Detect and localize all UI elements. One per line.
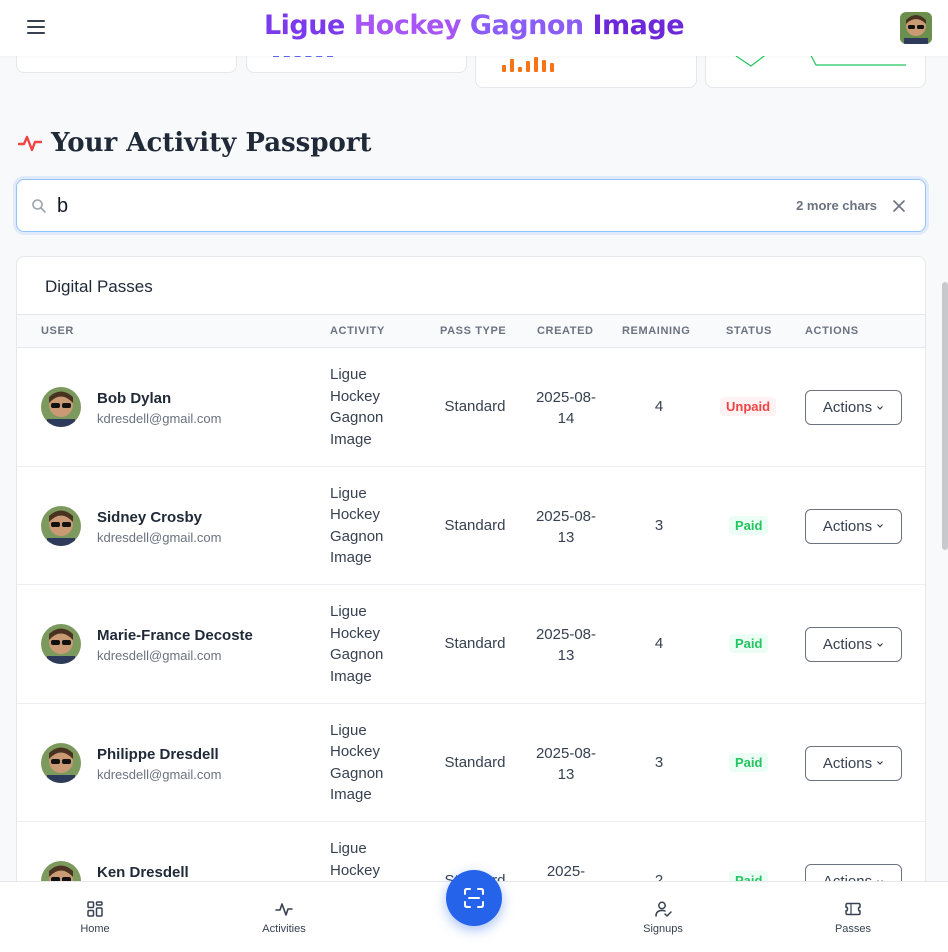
home-grid-icon	[87, 901, 103, 917]
chevron-down-icon	[877, 642, 884, 647]
column-header-status[interactable]: STATUS	[726, 325, 772, 337]
column-header-created[interactable]: CREATED	[537, 325, 594, 337]
table-body: Bob Dylan kdresdell@gmail.com Ligue Hock…	[17, 348, 925, 941]
brand-word[interactable]: Gagnon	[470, 10, 584, 41]
brand-title: Ligue Hockey Gagnon Image	[0, 10, 948, 41]
user-email: kdresdell@gmail.com	[97, 766, 222, 782]
activity-name: Ligue Hockey Gagnon Image	[330, 484, 384, 567]
pass-type: Standard	[444, 398, 506, 415]
actions-button[interactable]: Actions	[805, 745, 902, 781]
created-date: 2025-08-13	[535, 626, 597, 665]
user-check-icon	[655, 901, 672, 917]
table-row[interactable]: Bob Dylan kdresdell@gmail.com Ligue Hock…	[17, 348, 925, 467]
remaining-count: 3	[654, 753, 664, 771]
table-row[interactable]: Sidney Crosby kdresdell@gmail.com Ligue …	[17, 467, 925, 586]
panel-title: Digital Passes	[45, 277, 153, 296]
table-header: USER ACTIVITY PASS TYPE CREATED REMAININ…	[17, 314, 925, 348]
avatar	[41, 624, 81, 665]
pass-type: Standard	[444, 516, 506, 534]
nav-label: Home	[80, 923, 110, 935]
table-row[interactable]: Philippe Dresdell kdresdell@gmail.com Li…	[17, 704, 925, 823]
user-email: kdresdell@gmail.com	[97, 648, 222, 664]
column-header-user[interactable]: USER	[41, 325, 74, 337]
chevron-down-icon	[877, 524, 884, 528]
chevron-down-icon	[877, 761, 884, 766]
created-date: 2025-	[546, 863, 586, 881]
actions-label: Actions	[822, 399, 873, 416]
user-name: Ken Dresdell	[97, 864, 189, 882]
actions-label: Actions	[822, 517, 873, 535]
top-bar: Ligue Hockey Gagnon Image	[0, 0, 948, 56]
search-input[interactable]	[57, 190, 757, 222]
status-badge: Paid	[729, 752, 769, 772]
created-date: 2025-08-14	[535, 389, 597, 427]
nav-activities[interactable]: Activities	[244, 900, 324, 935]
activity-name: Ligue Hockey Gagnon Image	[330, 366, 384, 448]
table-row[interactable]: Marie-France Decoste kdresdell@gmail.com…	[17, 585, 925, 704]
pass-type: Standard	[444, 635, 506, 653]
column-header-pass-type[interactable]: PASS TYPE	[440, 325, 506, 337]
scan-button[interactable]	[446, 870, 502, 926]
actions-button[interactable]: Actions	[805, 390, 902, 425]
status-badge: Unpaid	[720, 397, 777, 416]
digital-passes-panel: Digital Passes USER ACTIVITY PASS TYPE C…	[16, 256, 926, 952]
user-name: Sidney Crosby	[97, 508, 203, 526]
nav-passes[interactable]: Passes	[813, 900, 893, 935]
ticket-icon	[845, 902, 861, 916]
column-header-activity[interactable]: ACTIVITY	[330, 325, 385, 337]
avatar	[41, 742, 81, 783]
status-badge: Paid	[729, 515, 769, 535]
remaining-count: 3	[654, 516, 664, 534]
scan-icon	[464, 888, 484, 908]
activity-icon	[275, 903, 293, 916]
created-date: 2025-08-13	[535, 507, 597, 546]
hamburger-icon[interactable]	[27, 20, 45, 36]
avatar	[41, 505, 81, 546]
nav-home[interactable]: Home	[55, 900, 135, 935]
actions-label: Actions	[822, 636, 873, 654]
scrollbar[interactable]	[942, 282, 948, 550]
created-date: 2025-08-13	[535, 744, 597, 783]
remaining-count: 4	[654, 635, 664, 653]
user-email: kdresdell@gmail.com	[97, 529, 222, 545]
mini-bar-chart	[502, 57, 554, 72]
activity-name: Ligue Hockey Gagnon Image	[330, 603, 384, 685]
nav-signups[interactable]: Signups	[623, 900, 703, 935]
status-badge: Paid	[729, 634, 769, 654]
chevron-down-icon	[877, 405, 884, 410]
actions-button[interactable]: Actions	[805, 508, 902, 544]
actions-label: Actions	[822, 754, 873, 772]
user-name: Philippe Dresdell	[97, 745, 219, 763]
user-name: Bob Dylan	[97, 390, 172, 407]
column-header-actions: ACTIONS	[805, 325, 859, 337]
brand-word[interactable]: Hockey	[354, 10, 462, 41]
activity-name: Ligue Hockey Gagnon Image	[330, 721, 384, 804]
actions-button[interactable]: Actions	[805, 627, 902, 663]
brand-word[interactable]: Image	[593, 10, 685, 41]
search-box: 2 more chars	[16, 179, 926, 232]
pulse-icon	[18, 135, 42, 152]
nav-label: Activities	[262, 923, 306, 935]
user-email: kdresdell@gmail.com	[97, 411, 222, 426]
section-title: Your Activity Passport	[51, 128, 372, 158]
pass-type: Standard	[444, 753, 506, 771]
column-header-remaining[interactable]: REMAINING	[622, 325, 690, 337]
avatar	[41, 387, 81, 427]
search-icon	[32, 199, 46, 213]
section-heading: Your Activity Passport	[18, 128, 372, 158]
nav-label: Passes	[834, 923, 872, 935]
brand-word[interactable]: Ligue	[264, 10, 345, 41]
user-name: Marie-France Decoste	[97, 627, 253, 645]
user-avatar[interactable]	[900, 12, 932, 44]
search-hint: 2 more chars	[796, 198, 877, 213]
close-icon[interactable]	[891, 198, 907, 214]
nav-label: Signups	[643, 923, 683, 935]
remaining-count: 4	[654, 398, 664, 415]
